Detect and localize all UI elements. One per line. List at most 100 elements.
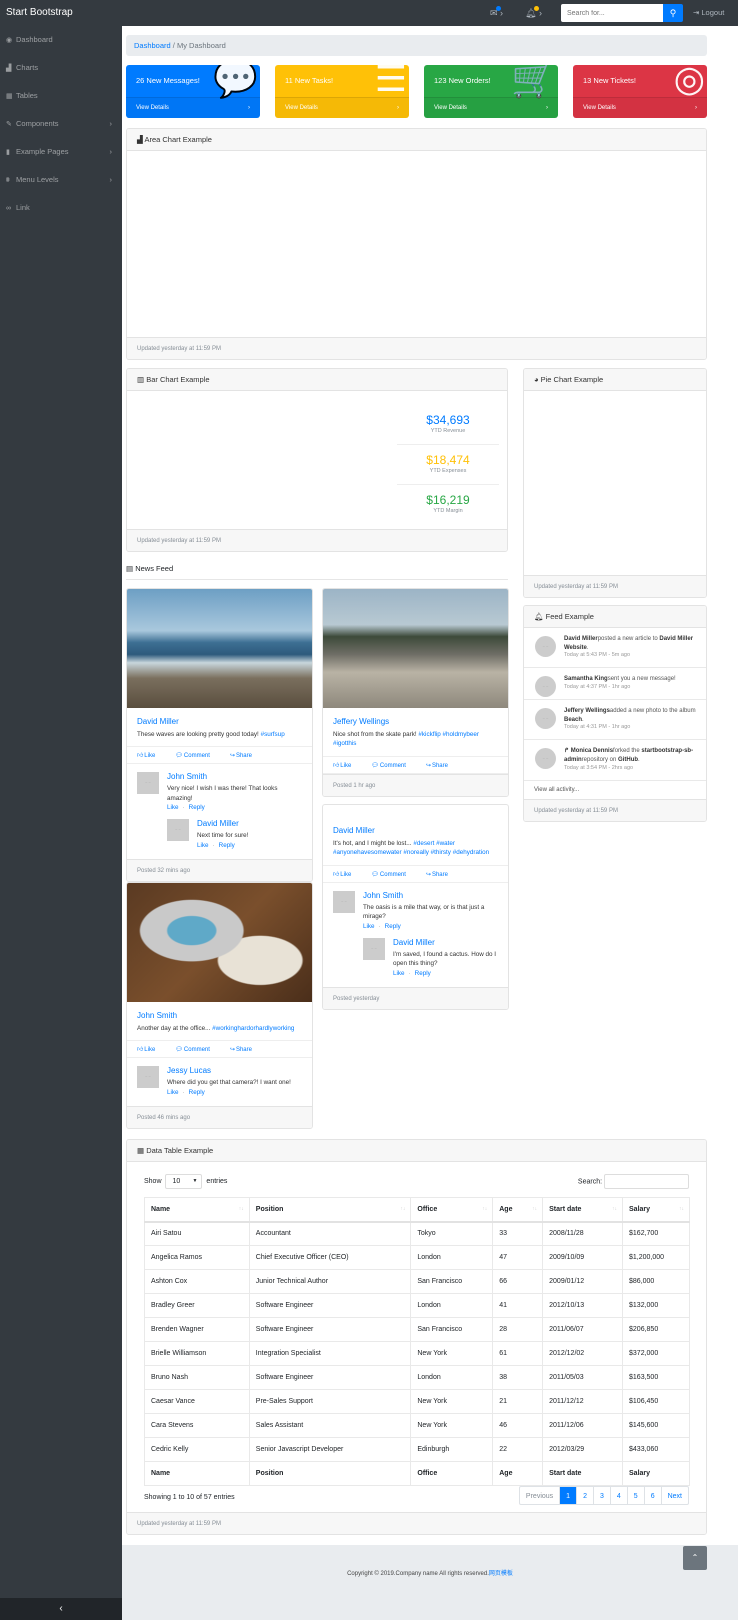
like-button[interactable]: 👍︎Like [137,753,165,759]
column-header-salary[interactable]: Salary ↑↓ [622,1197,690,1223]
comment-author[interactable]: John Smith [167,772,302,781]
column-header-age[interactable]: Age ↑↓ [492,1197,544,1223]
reply-link[interactable]: Reply [189,804,205,811]
post-image[interactable] [127,589,312,708]
share-button[interactable]: ↪Share [426,763,458,769]
comment-button[interactable]: 💬︎Comment [175,753,220,759]
reply-link[interactable]: Reply [219,842,235,849]
share-button[interactable]: ↪Share [230,753,262,759]
table-search-input[interactable] [604,1174,689,1189]
post-author[interactable]: David Miller [333,826,498,835]
sidebar-item-label: Dashboard [16,35,53,44]
like-button[interactable]: 👍︎Like [137,1047,165,1053]
feed-target[interactable]: Beach [564,717,582,723]
comment-author[interactable]: John Smith [363,891,498,900]
post-author[interactable]: Jeffery Wellings [333,717,498,726]
comment-button[interactable]: 💬︎Comment [371,763,416,769]
brand[interactable]: Start Bootstrap [6,7,73,18]
reply-link[interactable]: Reply [385,923,401,930]
column-header-name[interactable]: Name ↑↓ [144,1197,250,1223]
newspaper-icon: ▤ [126,564,134,573]
like-link[interactable]: Like [197,842,209,849]
feed-target[interactable]: GitHub [618,757,638,763]
sidebar-item-tables[interactable]: ▦ Tables [0,82,122,110]
post-comments: ~ ~ John Smith Very nice! I wish I was the… [127,772,312,858]
sidebar-item-example-pages[interactable]: ▮ Example Pages › [0,138,122,166]
view-details-link[interactable]: View Details › [126,97,260,118]
news-post: David Miller These waves are looking pret… [126,588,313,882]
search-button[interactable]: ⚲ [663,4,683,22]
feed-time: Today at 4:37 PM - 1hr ago [564,684,631,691]
alerts-dropdown[interactable]: 🔔︎ › [525,6,542,19]
comment-author[interactable]: David Miller [197,819,302,828]
footer-link[interactable]: 网页模板 [489,1571,513,1577]
reply-link[interactable]: Reply [415,970,431,977]
wrench-icon: ✎ [6,121,12,128]
column-header-position[interactable]: Position ↑↓ [248,1197,412,1223]
feed-action: sent you a new message! [607,676,676,683]
page-5[interactable]: 5 [626,1487,644,1504]
page-4[interactable]: 4 [609,1487,627,1504]
share-icon: ↪ [229,753,235,760]
like-link[interactable]: Like [393,970,405,977]
breadcrumb-dashboard[interactable]: Dashboard [134,41,171,50]
comment-author[interactable]: David Miller [393,938,498,947]
feed-user[interactable]: Monica Dennis [571,748,613,754]
post-hashtags[interactable]: #workinghardorhardlyworking [212,1025,294,1032]
comment-button[interactable]: 💬︎Comment [175,1047,220,1053]
search-input[interactable] [561,4,663,22]
view-details-link[interactable]: View Details › [573,97,707,118]
column-footer: Age [492,1461,544,1486]
comment-text: The oasis is a mile that way, or is that… [363,903,485,921]
post-author[interactable]: David Miller [137,717,302,726]
view-all-activity-link[interactable]: View all activity... [524,781,706,799]
comment-button[interactable]: 💬︎Comment [371,872,416,878]
post-body: Jeffery Wellings Nice shot from the skate… [323,708,508,756]
sidebar-item-dashboard[interactable]: ◉ Dashboard [0,26,122,54]
feed-user[interactable]: Samantha King [564,676,608,682]
post-author[interactable]: John Smith [137,1011,302,1020]
sidebar-item-charts[interactable]: ▟ Charts [0,54,122,82]
like-link[interactable]: Like [363,923,375,930]
sidebar-item-link[interactable]: ∞ Link [0,194,122,222]
sidebar-toggle[interactable]: ‹ [0,1598,122,1620]
page-next[interactable]: Next [660,1487,688,1504]
column-header-office[interactable]: Office ↑↓ [410,1197,494,1223]
messages-dropdown[interactable]: ✉ › [490,6,503,19]
like-link[interactable]: Like [167,1089,179,1096]
page-3[interactable]: 3 [592,1487,610,1504]
post-image[interactable] [127,883,312,1002]
like-button[interactable]: 👍︎Like [333,763,361,769]
page-1[interactable]: 1 [559,1487,577,1504]
comment-actions: Like · Reply [167,804,302,811]
like-link[interactable]: Like [167,804,179,811]
page-6[interactable]: 6 [643,1487,661,1504]
feed-action: added a new photo to the album [609,708,696,714]
show-label: Show [144,1178,162,1185]
reply-link[interactable]: Reply [189,1089,205,1096]
column-header-start-date[interactable]: Start date ↑↓ [542,1197,624,1223]
table-icon: ▦ [6,93,13,100]
table-row: Airi Satou Accountant Tokyo 33 2008/11/28 $16… [144,1221,690,1246]
page-previous[interactable]: Previous [520,1487,559,1504]
sidebar-item-menu-levels[interactable]: ⩩ Menu Levels › [0,166,122,194]
share-button[interactable]: ↪Share [426,872,458,878]
feed-user[interactable]: David Miller [564,636,598,642]
page-2[interactable]: 2 [576,1487,593,1504]
comment-author[interactable]: Jessy Lucas [167,1066,302,1075]
post-body: John Smith Another day at the office... #… [127,1002,312,1040]
like-button[interactable]: 👍︎Like [333,872,361,878]
logout-link[interactable]: ⇥ Logout [693,8,724,17]
sidebar-item-components[interactable]: ✎ Components › [0,110,122,138]
view-details-link[interactable]: View Details › [424,97,558,118]
scroll-to-top-button[interactable]: ⌃ [683,1546,707,1570]
action-label: Like [144,1047,156,1054]
share-button[interactable]: ↪Share [230,1047,262,1053]
post-image[interactable] [323,589,508,708]
post-hashtags[interactable]: #surfsup [261,731,285,738]
view-details-link[interactable]: View Details › [275,97,409,118]
view-details-label: View Details [434,105,467,111]
card-footer: Updated yesterday at 11:59 PM [127,529,507,551]
feed-user[interactable]: Jeffery Wellings [564,708,610,714]
entries-select[interactable]: 10 ▼ [165,1174,203,1189]
